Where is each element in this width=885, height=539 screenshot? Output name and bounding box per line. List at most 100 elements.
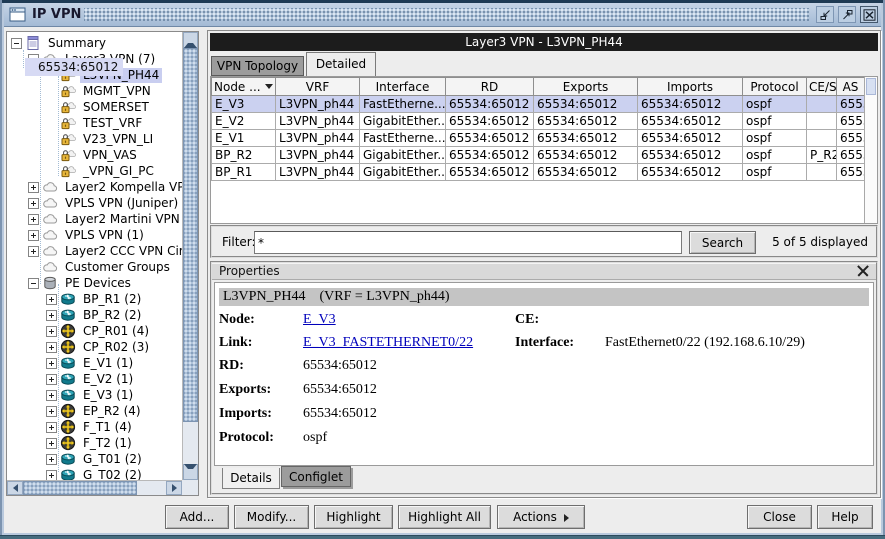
tree-item[interactable]: SOMERSET: [7, 99, 182, 115]
filter-input[interactable]: [254, 231, 682, 254]
tree-item[interactable]: TEST_VRF: [7, 115, 182, 131]
tab-details[interactable]: Details: [222, 468, 280, 489]
expander-expand-icon[interactable]: [46, 390, 57, 401]
expander-expand-icon[interactable]: [46, 310, 57, 321]
iconify-icon[interactable]: [816, 6, 834, 23]
close-button[interactable]: Close: [747, 505, 812, 529]
expander-expand-icon[interactable]: [46, 358, 57, 369]
tree-item[interactable]: Customer Groups: [7, 259, 182, 275]
tree-item[interactable]: E_V1 (1): [7, 355, 182, 371]
scroll-up-icon[interactable]: [183, 32, 198, 48]
add-button[interactable]: Add...: [165, 505, 229, 529]
tab-configlet[interactable]: Configlet: [281, 466, 351, 487]
table-row[interactable]: E_V1L3VPN_ph44FastEtherne...65534:650126…: [212, 130, 865, 147]
maximize-icon[interactable]: [838, 6, 856, 23]
title-bar[interactable]: IP VPN: [4, 3, 881, 27]
tree-item[interactable]: Layer2 Martini VPN C: [7, 211, 182, 227]
tree-item[interactable]: PE Devices: [7, 275, 182, 291]
expander-expand-icon[interactable]: [46, 454, 57, 465]
column-header-node[interactable]: Node ...: [212, 78, 276, 96]
close-icon[interactable]: [857, 265, 869, 277]
tree-item-label: F_T2 (1): [80, 436, 135, 451]
expander-expand-icon[interactable]: [28, 230, 39, 241]
expander-expand-icon[interactable]: [46, 422, 57, 433]
tree-item[interactable]: VPLS VPN (Juniper) (: [7, 195, 182, 211]
column-header-rd[interactable]: RD: [446, 78, 534, 96]
cell: L3VPN_ph44: [276, 130, 360, 147]
tree-item-label: VPLS VPN (Juniper) (: [62, 196, 182, 211]
close-icon[interactable]: [860, 6, 878, 23]
column-header-protocol[interactable]: Protocol: [743, 78, 807, 96]
actions-menu-button[interactable]: Actions: [497, 505, 585, 529]
vertical-scroll-thumb[interactable]: [183, 48, 198, 422]
scroll-right-icon[interactable]: [166, 481, 182, 495]
tree-horizontal-scrollbar[interactable]: [7, 480, 182, 495]
help-button[interactable]: Help: [817, 505, 873, 529]
table-vertical-scrollbar[interactable]: [864, 77, 877, 223]
scroll-down-icon[interactable]: [183, 464, 198, 480]
detail-tabs: VPN Topology Detailed: [211, 52, 877, 76]
highlight-button[interactable]: Highlight: [314, 505, 393, 529]
tree-item[interactable]: MGMT_VPN: [7, 83, 182, 99]
column-header-ce[interactable]: CE/S...: [807, 78, 837, 96]
expander-expand-icon[interactable]: [28, 198, 39, 209]
tree-item[interactable]: CP_R01 (4): [7, 323, 182, 339]
highlight-all-button[interactable]: Highlight All: [398, 505, 491, 529]
expander-expand-icon[interactable]: [46, 326, 57, 337]
tree-item-label: _VPN_GI_PC: [80, 164, 157, 179]
tree-vertical-scrollbar[interactable]: [182, 32, 198, 480]
tree-item[interactable]: BP_R2 (2): [7, 307, 182, 323]
lock-cloud-icon: [60, 131, 77, 147]
router-icon: [60, 467, 77, 480]
expander-expand-icon[interactable]: [46, 406, 57, 417]
tree-item[interactable]: EP_R2 (4): [7, 403, 182, 419]
tree-item[interactable]: E_V3 (1): [7, 387, 182, 403]
node-link[interactable]: E_V3: [303, 310, 336, 330]
tree-item[interactable]: Layer2 CCC VPN Circ: [7, 243, 182, 259]
table-row[interactable]: E_V2L3VPN_ph44GigabitEther...65534:65012…: [212, 113, 865, 130]
expander-expand-icon[interactable]: [46, 438, 57, 449]
expander-expand-icon[interactable]: [28, 214, 39, 225]
tree-item[interactable]: Layer2 Kompella VPN: [7, 179, 182, 195]
tree-item[interactable]: Summary: [7, 35, 182, 51]
search-button[interactable]: Search: [689, 231, 756, 254]
tree-item[interactable]: V23_VPN_LI: [7, 131, 182, 147]
expander-expand-icon[interactable]: [46, 294, 57, 305]
tree-item[interactable]: BP_R1 (2): [7, 291, 182, 307]
table-row-selected[interactable]: E_V3L3VPN_ph44FastEtherne...65534:650126…: [212, 96, 865, 113]
tree-item[interactable]: F_T2 (1): [7, 435, 182, 451]
table-scroll-thumb[interactable]: [866, 78, 876, 95]
column-header-exports[interactable]: Exports: [534, 78, 638, 96]
tab-detailed[interactable]: Detailed: [306, 52, 376, 76]
column-header-vrf[interactable]: VRF: [276, 78, 360, 96]
table-row[interactable]: BP_R1L3VPN_ph44GigabitEther...65534:6501…: [212, 164, 865, 181]
cell: ospf: [743, 96, 807, 113]
tree-item[interactable]: G_T01 (2): [7, 451, 182, 467]
cloud-icon: [42, 243, 59, 259]
column-header-imports[interactable]: Imports: [638, 78, 743, 96]
expander-expand-icon[interactable]: [46, 342, 57, 353]
expander-expand-icon[interactable]: [46, 374, 57, 385]
tree-item[interactable]: CP_R02 (3): [7, 339, 182, 355]
expander-expand-icon[interactable]: [28, 182, 39, 193]
scroll-left-icon[interactable]: [7, 481, 23, 495]
tree-item[interactable]: VPLS VPN (1): [7, 227, 182, 243]
expander-collapse-icon[interactable]: [11, 38, 22, 49]
horizontal-scroll-thumb[interactable]: [23, 481, 137, 495]
column-header-as[interactable]: AS: [837, 78, 865, 96]
tree-item[interactable]: E_V2 (1): [7, 371, 182, 387]
tree-item[interactable]: F_T1 (4): [7, 419, 182, 435]
expander-expand-icon[interactable]: [46, 470, 57, 481]
tab-vpn-topology[interactable]: VPN Topology: [211, 56, 304, 76]
summary-icon: [25, 35, 42, 51]
column-header-interface[interactable]: Interface: [360, 78, 446, 96]
expander-expand-icon[interactable]: [28, 246, 39, 257]
expander-collapse-icon[interactable]: [28, 278, 39, 289]
modify-button[interactable]: Modify...: [234, 505, 309, 529]
tree-item[interactable]: _VPN_GI_PC: [7, 163, 182, 179]
lock-cloud-icon: [60, 163, 77, 179]
link-link[interactable]: E_V3_FASTETHERNET0/22: [303, 333, 473, 353]
table-row[interactable]: BP_R2L3VPN_ph44GigabitEther...65534:6501…: [212, 147, 865, 164]
tree-item[interactable]: VPN_VAS: [7, 147, 182, 163]
tree-item[interactable]: G_T02 (2): [7, 467, 182, 480]
